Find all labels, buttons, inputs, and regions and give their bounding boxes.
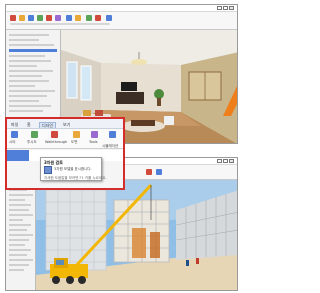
walkthrough-icon[interactable] <box>51 131 58 138</box>
sight-label: 시야 <box>9 140 16 144</box>
walk-icon[interactable] <box>86 15 92 21</box>
maximize-button[interactable] <box>223 6 228 10</box>
tools-panel <box>6 180 36 290</box>
walkthrough-label: Walkthrough <box>45 140 68 144</box>
perspective-label: 투시도 <box>27 140 37 144</box>
minimize-button[interactable] <box>217 6 222 10</box>
selected-row[interactable] <box>9 49 57 52</box>
export-icon[interactable] <box>106 15 112 21</box>
selected-panel-row[interactable] <box>7 150 29 161</box>
sight-icon[interactable] <box>11 131 18 138</box>
file-icon[interactable] <box>10 15 16 21</box>
tab-file[interactable]: 파일 <box>11 122 18 128</box>
maximize-button[interactable] <box>223 159 228 163</box>
tooltip-description: 3차원 모델을 표시합니다. <box>54 167 92 171</box>
simulation-icon[interactable] <box>109 131 116 138</box>
tab-view[interactable]: 보기 <box>63 122 70 128</box>
ribbon-label-row <box>10 23 110 25</box>
render-icon[interactable] <box>146 169 152 175</box>
save-icon[interactable] <box>28 15 34 21</box>
settings-icon[interactable] <box>156 169 162 175</box>
tab-design[interactable]: 디자인 <box>39 122 57 128</box>
ribbon-tabs: 파일 홈 디자인 보기 <box>7 119 123 129</box>
ribbon-zoom-callout: 파일 홈 디자인 보기 시야 투시도 Walkthrough 도면 Tools … <box>5 117 125 190</box>
view-icon[interactable] <box>66 15 72 21</box>
open-icon[interactable] <box>19 15 25 21</box>
tooltip-help: 자세한 도움말을 보려면 F1 키를 누르세요. <box>44 176 107 180</box>
ribbon-group: 시야 투시도 Walkthrough 도면 Tools 시뮬레이션 <box>7 129 123 149</box>
light-icon[interactable] <box>75 15 81 21</box>
minimize-button[interactable] <box>217 159 222 163</box>
perspective-icon[interactable] <box>31 131 38 138</box>
tools-label: Tools <box>89 140 98 144</box>
title-bar <box>6 5 237 12</box>
close-button[interactable] <box>229 6 234 10</box>
simulation-label: 시뮬레이션 <box>102 144 119 148</box>
tooltip: 3차원 검토 3차원 모델을 표시합니다. 자세한 도움말을 보려면 F1 키를… <box>40 157 106 181</box>
tools-icon[interactable] <box>91 131 98 138</box>
close-button[interactable] <box>229 159 234 163</box>
ribbon-toolbar <box>6 12 237 30</box>
tab-home[interactable]: 홈 <box>27 122 31 128</box>
camera-icon[interactable] <box>37 15 43 21</box>
drawing-icon[interactable] <box>73 131 80 138</box>
construction-render-viewport[interactable] <box>36 180 237 290</box>
section-icon[interactable] <box>95 15 101 21</box>
render-icon[interactable] <box>46 15 52 21</box>
material-icon[interactable] <box>55 15 61 21</box>
drawing-label: 도면 <box>71 140 78 144</box>
cube-icon <box>44 166 52 174</box>
